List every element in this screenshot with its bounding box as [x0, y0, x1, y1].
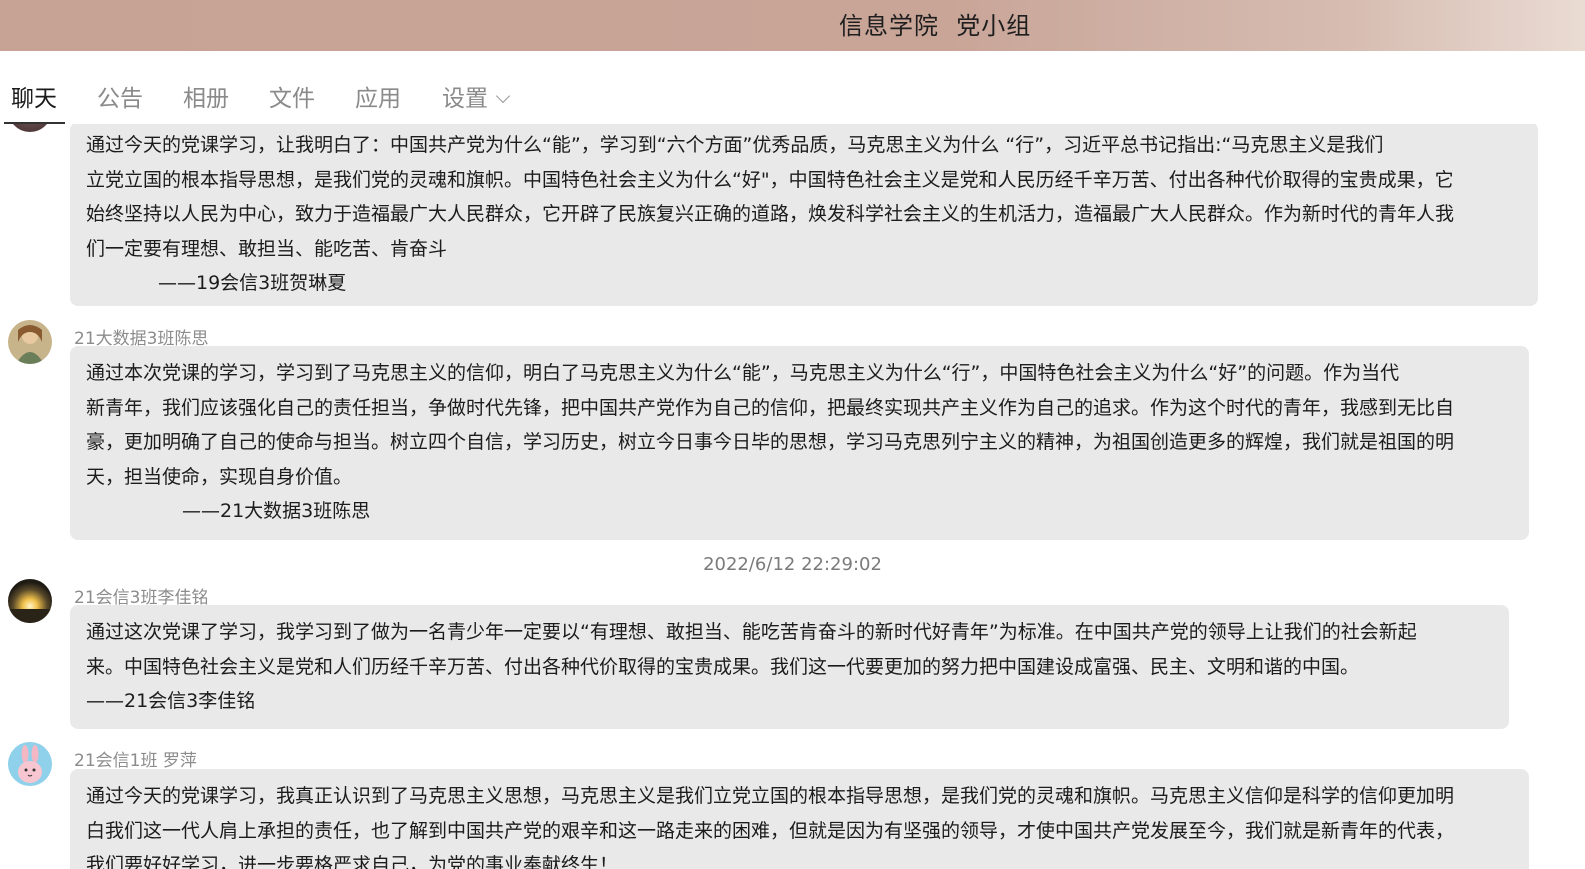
message-bubble: 通过这次党课了学习，我学习到了做为一名青少年一定要以“有理想、敢担当、能吃苦肯奋… — [70, 605, 1509, 729]
message-text: 白我们这一代人肩上承担的责任，也了解到中国共产党的艰辛和这一路走来的困难，但就是… — [86, 819, 1455, 842]
avatar[interactable] — [8, 124, 52, 132]
message-text: 们一定要有理想、敢担当、能吃苦、肯奋斗 — [86, 237, 448, 260]
message-text: 始终坚持以人民为中心，致力于造福最广大人民群众，它开辟了民族复兴正确的道路，焕发… — [86, 203, 1455, 225]
message-text: 通过今天的党课学习，让我明白了：中国共产党为什么“能”，学习到“六个方面”优秀品… — [86, 134, 1384, 156]
message-signature: ——21会信3李佳铭 — [86, 690, 256, 712]
tab-bar: 聊天 公告 相册 文件 应用 设置 — [0, 51, 1585, 124]
avatar[interactable] — [8, 742, 52, 786]
tab-files[interactable]: 文件 — [269, 79, 315, 113]
avatar-image — [8, 742, 52, 786]
message-text: 通过本次党课的学习，学习到了马克思主义的信仰，明白了马克思主义为什么“能”，马克… — [86, 362, 1400, 384]
message-timestamp: 2022/6/12 22:29:02 — [703, 554, 882, 575]
tab-album[interactable]: 相册 — [183, 79, 229, 113]
message-text: 天，担当使命，实现自身价值。 — [86, 465, 353, 488]
avatar[interactable] — [8, 320, 52, 364]
message-text: 通过这次党课了学习，我学习到了做为一名青少年一定要以“有理想、敢担当、能吃苦肯奋… — [86, 621, 1417, 643]
avatar-image — [8, 320, 52, 364]
message-text: 新青年，我们应该强化自己的责任担当，争做时代先锋，把中国共产党作为自己的信仰，把… — [86, 396, 1455, 419]
tab-apps[interactable]: 应用 — [355, 79, 401, 113]
tab-settings[interactable]: 设置 — [442, 79, 511, 113]
message-signature: ——19会信3班贺琳夏 — [158, 272, 347, 294]
message-text: 来。中国特色社会主义是党和人们历经千辛万苦、付出各种代价取得的宝贵成果。我们这一… — [86, 655, 1360, 678]
avatar-image — [8, 579, 52, 623]
title-bar: 信息学院 党小组 — [0, 0, 1585, 51]
message-signature: ——21大数据3班陈思 — [182, 500, 371, 522]
message-text: 豪，更加明确了自己的使命与担当。树立四个自信，学习历史，树立今日事今日毕的思想，… — [86, 431, 1455, 453]
sender-name: 21会信1班 罗萍 — [74, 751, 197, 771]
tab-chat[interactable]: 聊天 — [11, 79, 57, 113]
message-text: 我们要好好学习，进一步要格严求自己，为党的事业奉献终生！ — [86, 854, 619, 869]
chevron-down-icon — [495, 88, 511, 104]
tab-announcements[interactable]: 公告 — [97, 79, 143, 113]
message-bubble: 通过今天的党课学习，我真正认识到了马克思主义思想，马克思主义是我们立党立国的根本… — [70, 769, 1529, 869]
tab-settings-label: 设置 — [442, 86, 488, 112]
avatar[interactable] — [8, 579, 52, 623]
message-bubble: 通过本次党课的学习，学习到了马克思主义的信仰，明白了马克思主义为什么“能”，马克… — [70, 346, 1529, 540]
message-text: 通过今天的党课学习，我真正认识到了马克思主义思想，马克思主义是我们立党立国的根本… — [86, 785, 1455, 807]
message-text: 立党立国的根本指导思想，是我们党的灵魂和旗帜。中国特色社会主义为什么“好"，中国… — [86, 168, 1454, 191]
window-title: 信息学院 党小组 — [839, 12, 1032, 40]
message-bubble: 通过今天的党课学习，让我明白了：中国共产党为什么“能”，学习到“六个方面”优秀品… — [70, 124, 1538, 306]
chat-message-list[interactable]: 通过今天的党课学习，让我明白了：中国共产党为什么“能”，学习到“六个方面”优秀品… — [0, 124, 1585, 869]
